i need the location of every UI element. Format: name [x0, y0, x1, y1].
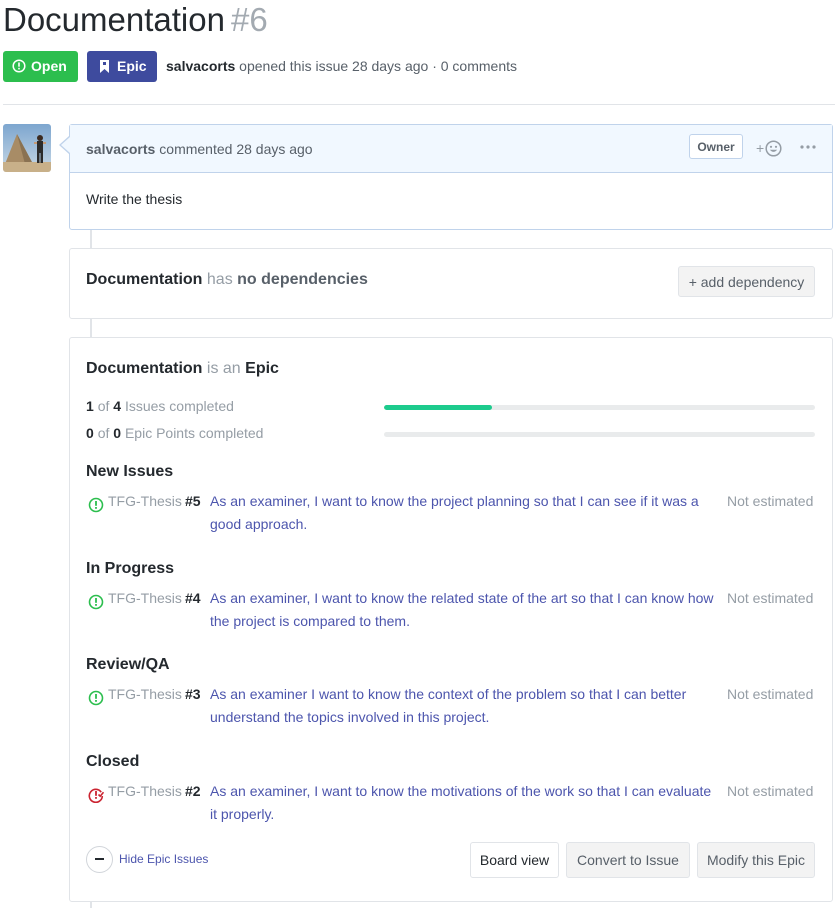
epic-issue-row: TFG-Thesis #4 As an examiner, I want to … [86, 590, 816, 638]
epic-kind: Epic [245, 360, 279, 377]
issue-number: #6 [230, 1, 268, 38]
issue-closed-icon [88, 788, 104, 803]
issues-label: Issues completed [124, 398, 234, 414]
issue-opened-icon [88, 690, 104, 706]
issue-opened-icon [12, 59, 26, 73]
hide-epic-issues-button[interactable]: Hide Epic Issues [86, 845, 208, 873]
minus-icon [86, 845, 113, 873]
issue-estimate: Not estimated [727, 590, 814, 606]
issue-title-link[interactable]: As an examiner, I want to know the motiv… [210, 780, 715, 826]
kebab-icon [800, 145, 816, 149]
issue-title-link[interactable]: As an examiner, I want to know the proje… [210, 490, 715, 536]
issue-opened-icon [88, 497, 104, 513]
points-total: 0 [113, 425, 122, 441]
plus-label: + [756, 140, 765, 156]
issue-opened-icon [88, 594, 104, 610]
comment-header: salvacorts commented 28 days ago Owner + [70, 125, 832, 173]
header-divider [3, 104, 835, 105]
dependencies-title: Documentation has no dependencies [86, 271, 368, 289]
epic-issue-row: TFG-Thesis #5 As an examiner, I want to … [86, 493, 816, 541]
dep-subject: Documentation [86, 271, 203, 288]
avatar[interactable] [3, 124, 51, 172]
type-label: Epic [117, 58, 147, 74]
points-done: 0 [86, 425, 94, 441]
epic-box: Documentation is an Epic 1 of 4 Issues c… [69, 337, 833, 902]
modify-epic-button[interactable]: Modify this Epic [697, 842, 815, 878]
state-badge: Open [3, 50, 78, 82]
issue-repo: TFG-Thesis [108, 590, 182, 606]
issue-repo: TFG-Thesis [108, 686, 182, 702]
epic-subject: Documentation [86, 360, 203, 377]
issue-title-link[interactable]: As an examiner I want to know the contex… [210, 683, 715, 729]
dependencies-box: Documentation has no dependencies + add … [69, 248, 833, 319]
issues-of: of [97, 398, 110, 414]
dep-has: has [206, 271, 233, 288]
group-title-new-issues: New Issues [86, 463, 174, 480]
add-reaction-button[interactable]: + [756, 138, 788, 158]
comment-caret-inner [61, 137, 70, 153]
comment-options-button[interactable] [800, 137, 818, 157]
timeline-line [90, 230, 92, 248]
issue-number: #2 [185, 783, 201, 799]
issue-title-row: Documentation #6 [3, 0, 268, 40]
epic-is-an: is an [206, 360, 241, 377]
comment-box: salvacorts commented 28 days ago Owner +… [69, 124, 833, 230]
issues-progress-bar [384, 405, 815, 410]
issues-progress-fill [384, 405, 492, 410]
issue-estimate: Not estimated [727, 783, 814, 799]
issue-title-link[interactable]: As an examiner, I want to know the relat… [210, 587, 715, 633]
timeline-line [90, 319, 92, 337]
issues-progress-label: 1 of 4 Issues completed [86, 398, 234, 414]
owner-badge: Owner [689, 134, 743, 159]
timeline-line [90, 902, 92, 908]
issue-title: Documentation [3, 1, 225, 38]
issue-number: #5 [185, 493, 201, 509]
points-progress-label: 0 of 0 Epic Points completed [86, 425, 263, 441]
points-progress-bar [384, 432, 815, 437]
issue-number: #3 [185, 686, 201, 702]
convert-to-issue-button[interactable]: Convert to Issue [566, 842, 690, 878]
issue-author-link[interactable]: salvacorts [166, 58, 235, 74]
points-of: of [97, 425, 110, 441]
opened-text: opened this issue 28 days ago · 0 commen… [239, 58, 517, 74]
state-label: Open [31, 58, 67, 74]
issue-meta: Open Epic salvacorts opened this issue 2… [3, 50, 517, 82]
epic-issue-row: TFG-Thesis #3 As an examiner I want to k… [86, 686, 816, 734]
issue-repo: TFG-Thesis [108, 493, 182, 509]
epic-title: Documentation is an Epic [86, 360, 279, 378]
comment-author-link[interactable]: salvacorts [86, 141, 155, 157]
group-title-closed: Closed [86, 753, 140, 770]
comment-meta[interactable]: commented 28 days ago [159, 141, 312, 157]
issues-done: 1 [86, 398, 94, 414]
issue-repo: TFG-Thesis [108, 783, 182, 799]
board-view-button[interactable]: Board view [470, 842, 559, 878]
hide-epic-label: Hide Epic Issues [119, 852, 209, 866]
issue-estimate: Not estimated [727, 493, 814, 509]
comment-body: Write the thesis [86, 191, 183, 207]
opened-meta: salvacorts opened this issue 28 days ago… [166, 58, 517, 74]
avatar-image [3, 124, 51, 172]
group-title-in-progress: In Progress [86, 560, 175, 577]
points-label: Epic Points completed [124, 425, 264, 441]
issue-estimate: Not estimated [727, 686, 814, 702]
group-title-review-qa: Review/QA [86, 656, 170, 673]
add-dependency-button[interactable]: + add dependency [678, 266, 815, 297]
issue-number: #4 [185, 590, 201, 606]
bookmark-icon [100, 59, 109, 73]
smiley-icon [765, 139, 782, 157]
epic-issue-row: TFG-Thesis #2 As an examiner, I want to … [86, 783, 816, 831]
issues-total: 4 [113, 398, 122, 414]
epic-badge: Epic [87, 50, 157, 82]
dep-status: no dependencies [237, 271, 368, 288]
